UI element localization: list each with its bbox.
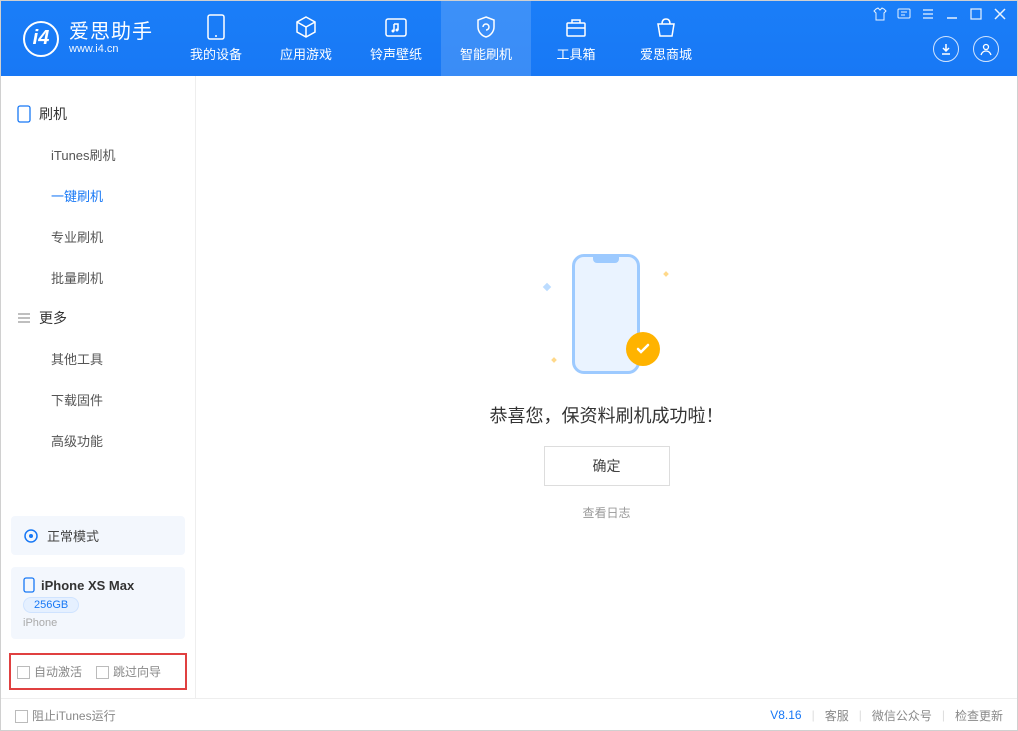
phone-icon [203,14,229,40]
device-name: iPhone XS Max [41,578,134,593]
mode-icon [23,528,39,544]
music-folder-icon [383,14,409,40]
status-link-support[interactable]: 客服 [825,707,849,724]
checkbox-icon [96,666,109,679]
device-info[interactable]: iPhone XS Max 256GB iPhone [11,567,185,639]
sidebar-item-itunes-flash[interactable]: iTunes刷机 [1,134,195,175]
nav-tab-apps[interactable]: 应用游戏 [261,1,351,76]
sparkle-icon [663,271,669,277]
maximize-icon[interactable] [969,7,983,21]
feedback-icon[interactable] [897,7,911,21]
menu-small-icon [17,311,31,325]
sparkle-icon [542,282,550,290]
sparkle-icon [551,357,557,363]
device-name-row: iPhone XS Max [23,577,173,593]
options-highlighted-box: 自动激活 跳过向导 [9,653,187,690]
nav-tabs: 我的设备 应用游戏 铃声壁纸 智能刷机 工具箱 爱思商城 [171,1,711,76]
store-icon [653,14,679,40]
cube-icon [293,14,319,40]
section-title: 更多 [39,308,67,328]
download-button[interactable] [933,36,959,62]
nav-label: 我的设备 [190,44,242,63]
sidebar-item-pro-flash[interactable]: 专业刷机 [1,216,195,257]
shield-refresh-icon [473,14,499,40]
success-illustration [552,254,662,384]
user-button[interactable] [973,36,999,62]
device-type: iPhone [23,617,173,629]
checkbox-icon [17,666,30,679]
sidebar-item-advanced[interactable]: 高级功能 [1,420,195,461]
app-title: 爱思助手 [69,21,153,43]
divider: | [859,708,862,722]
divider: | [942,708,945,722]
success-text: 恭喜您，保资料刷机成功啦！ [490,402,724,428]
nav-label: 铃声壁纸 [370,44,422,63]
nav-label: 工具箱 [556,44,595,63]
checkbox-auto-activate[interactable]: 自动激活 [17,663,82,680]
header-actions [933,36,999,62]
body: 刷机 iTunes刷机 一键刷机 专业刷机 批量刷机 更多 其他工具 下载固件 … [1,76,1017,698]
nav-tab-flash[interactable]: 智能刷机 [441,1,531,76]
statusbar-right: V8.16 | 客服 | 微信公众号 | 检查更新 [770,707,1003,724]
toolbox-icon [563,14,589,40]
tshirt-icon[interactable] [873,7,887,21]
device-phone-icon [23,577,35,593]
check-badge-icon [626,332,660,366]
sidebar-section-more: 更多 [1,298,195,338]
nav-tab-ringtones[interactable]: 铃声壁纸 [351,1,441,76]
logo-area: i4 爱思助手 www.i4.cn [1,21,171,57]
logo-text: 爱思助手 www.i4.cn [69,21,153,55]
checkbox-icon [15,710,28,723]
version-label: V8.16 [770,708,801,722]
statusbar-left: 阻止iTunes运行 [15,707,116,724]
window-controls [873,7,1007,21]
checkbox-label: 阻止iTunes运行 [32,709,116,723]
status-link-wechat[interactable]: 微信公众号 [872,707,932,724]
nav-label: 智能刷机 [460,44,512,63]
sidebar-item-download-firmware[interactable]: 下载固件 [1,379,195,420]
sidebar-item-other-tools[interactable]: 其他工具 [1,338,195,379]
header: i4 爱思助手 www.i4.cn 我的设备 应用游戏 铃声壁纸 智能刷机 工具… [1,1,1017,76]
capacity-badge: 256GB [23,597,79,613]
device-mode[interactable]: 正常模式 [11,516,185,555]
app-subtitle: www.i4.cn [69,43,153,55]
checkbox-label: 跳过向导 [113,665,161,679]
checkbox-label: 自动激活 [34,665,82,679]
status-link-update[interactable]: 检查更新 [955,707,1003,724]
sidebar-section-flash: 刷机 [1,94,195,134]
mode-label: 正常模式 [47,526,99,545]
minimize-icon[interactable] [945,7,959,21]
phone-small-icon [17,105,31,123]
main-content: 恭喜您，保资料刷机成功啦！ 确定 查看日志 [196,76,1017,698]
menu-icon[interactable] [921,7,935,21]
close-icon[interactable] [993,7,1007,21]
sidebar-item-oneclick-flash[interactable]: 一键刷机 [1,175,195,216]
sidebar-item-batch-flash[interactable]: 批量刷机 [1,257,195,298]
view-log-link[interactable]: 查看日志 [582,504,630,521]
checkbox-skip-guide[interactable]: 跳过向导 [96,663,161,680]
logo-icon: i4 [23,21,59,57]
section-title: 刷机 [39,104,67,124]
nav-tab-toolbox[interactable]: 工具箱 [531,1,621,76]
checkbox-block-itunes[interactable]: 阻止iTunes运行 [15,707,116,724]
divider: | [812,708,815,722]
sidebar: 刷机 iTunes刷机 一键刷机 专业刷机 批量刷机 更多 其他工具 下载固件 … [1,76,196,698]
nav-tab-store[interactable]: 爱思商城 [621,1,711,76]
nav-label: 爱思商城 [640,44,692,63]
nav-label: 应用游戏 [280,44,332,63]
statusbar: 阻止iTunes运行 V8.16 | 客服 | 微信公众号 | 检查更新 [1,698,1017,731]
nav-tab-device[interactable]: 我的设备 [171,1,261,76]
ok-button[interactable]: 确定 [544,446,670,486]
